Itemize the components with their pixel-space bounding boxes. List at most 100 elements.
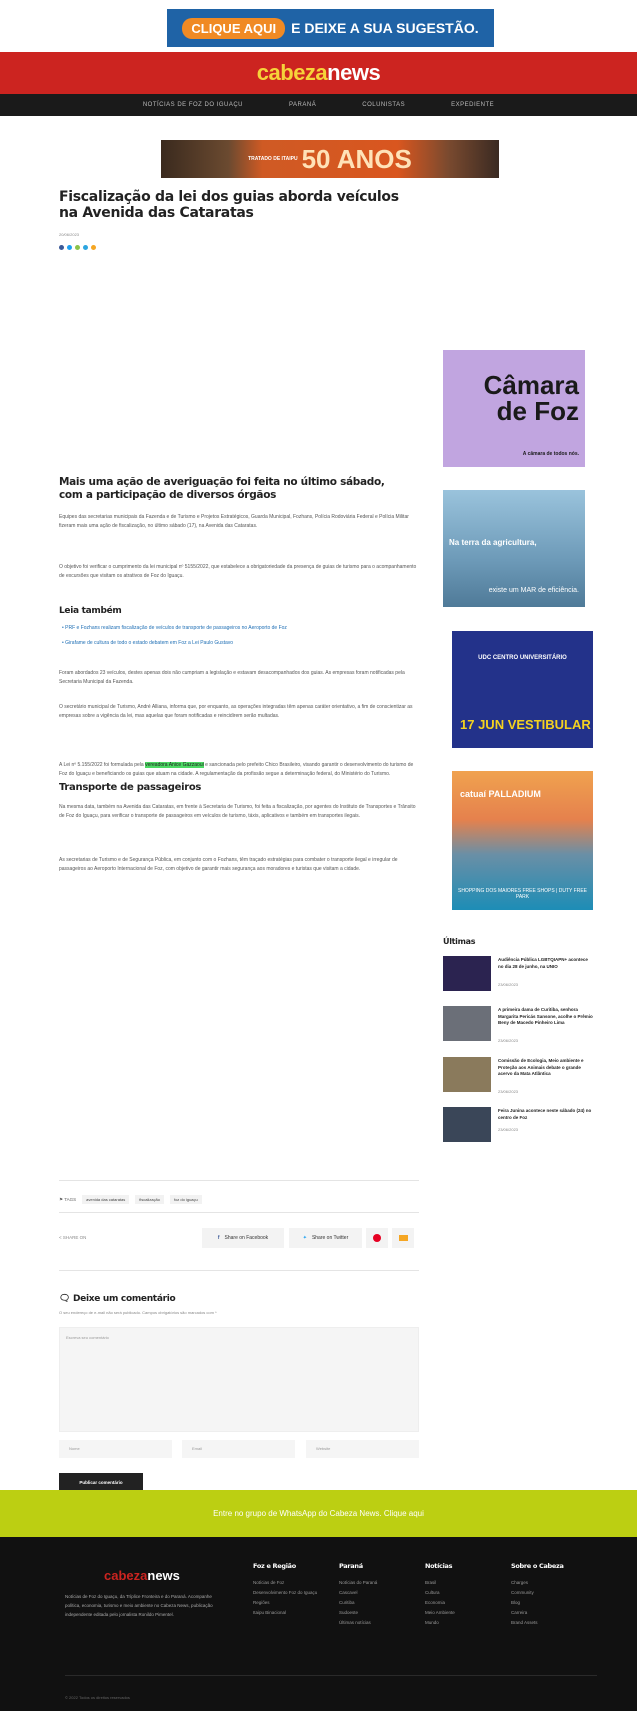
tag-chip[interactable]: avenida das cataratas [82,1195,130,1204]
click-here-button[interactable]: CLIQUE AQUI [182,17,286,39]
catuai-palladium-ad[interactable]: catuaí PALLADIUM SHOPPING DOS MAIORES FR… [452,771,593,910]
article-subtitle: Mais uma ação de averiguação foi feita n… [59,476,385,501]
agricultura-ad[interactable]: Na terra da agricultura, existe um MAR d… [443,490,585,607]
whatsapp-cta-bar[interactable]: Entre no grupo de WhatsApp do Cabeza New… [0,1490,637,1537]
twitter-icon[interactable] [67,245,72,250]
nav-item-noticias-foz[interactable]: NOTÍCIAS DE FOZ DO IGUAÇU [143,102,243,108]
camara-de-foz-ad[interactable]: Câmara de Foz A câmara de todos nós. [443,350,585,467]
suggestion-banner[interactable]: CLIQUE AQUI E DEIXE A SUA SUGESTÃO. [167,9,494,47]
share-pinterest-button[interactable] [366,1228,388,1248]
latest-thumbnail [443,1057,491,1092]
whatsapp-cta-text[interactable]: Entre no grupo de WhatsApp do Cabeza New… [213,1509,424,1518]
latest-date: 23/06/2023 [498,1127,519,1132]
share-label: < SHARE ON [59,1235,87,1240]
footer-link[interactable]: Community [511,1588,601,1598]
article-paragraph-2: O objetivo foi verificar o cumprimento d… [59,564,417,579]
footer-col-heading: Paraná [339,1562,363,1570]
share-facebook-button[interactable]: f Share on Facebook [202,1228,284,1248]
footer-link[interactable]: Mundo [425,1618,505,1628]
footer-link[interactable]: Regiões [253,1598,333,1608]
latest-title[interactable]: Comissão de Ecologia, Meio ambiente e Pr… [498,1058,593,1078]
banner-small-text: TRATADO DE ITAIPU [248,156,298,162]
nav-item-colunistas[interactable]: COLUNISTAS [362,102,405,108]
facebook-icon: f [217,1235,220,1241]
footer-link[interactable]: Blog [511,1598,601,1608]
facebook-icon[interactable] [59,245,64,250]
comment-note: O seu endereço de e-mail não será public… [59,1310,217,1315]
comment-title: 🗨 Deixe um comentário [59,1294,176,1304]
footer-link[interactable]: Cascavel [339,1588,419,1598]
nav-item-expediente[interactable]: EXPEDIENTE [451,102,494,108]
footer-link[interactable]: Charges [511,1578,601,1588]
website-field[interactable]: Website [306,1440,419,1458]
site-logo[interactable]: cabezanews [257,60,381,86]
footer-logo[interactable]: cabezanews [104,1568,180,1583]
article-paragraph-4: O secretário municipal de Turismo, André… [59,704,413,719]
footer-col-noticias: Notícias Brasil Cultura Economia Meio Am… [425,1562,505,1628]
footer-link[interactable]: Economia [425,1598,505,1608]
latest-title[interactable]: Feira Junina acontece neste sábado (24) … [498,1108,593,1121]
article-paragraph-7: As secretarias de Turismo e de Segurança… [59,857,398,872]
footer-link[interactable]: Brasil [425,1578,505,1588]
tag-chip[interactable]: fiscalização [135,1195,164,1204]
related-link-2[interactable]: • Girafame de cultura de todo o estado d… [62,640,422,646]
latest-thumbnail [443,1107,491,1142]
latest-thumbnail [443,1006,491,1041]
share-email-button[interactable] [392,1228,414,1248]
site-header: cabezanews [0,52,637,94]
latest-date: 23/06/2023 [498,1038,519,1043]
footer-link[interactable]: Desenvolvimento Foz do Iguaçu [253,1588,333,1598]
footer-link[interactable]: Notícias de Foz [253,1578,333,1588]
footer-link[interactable]: Notícias do Paraná [339,1578,419,1588]
whatsapp-icon[interactable] [75,245,80,250]
itaipu-50-anos-banner[interactable]: TRATADO DE ITAIPU 50 ANOS [161,140,499,178]
leia-tambem-title: Leia também [59,606,122,616]
footer-link[interactable]: Carreira [511,1608,601,1618]
email-icon [398,1235,408,1241]
footer-link[interactable]: Últimas notícias [339,1618,419,1628]
footer-link[interactable]: Brand Assets [511,1618,601,1628]
article-paragraph-3: Foram abordados 23 veículos, destes apen… [59,670,405,685]
latest-title[interactable]: A primeira dama de Curitiba, senhora Mar… [498,1007,593,1027]
udc-vestibular-ad[interactable]: UDC CENTRO UNIVERSITÁRIO 17 JUN VESTIBUL… [452,631,593,748]
latest-title[interactable]: Audiência Pública LGBTQIAPN+ acontece no… [498,957,593,970]
comment-textarea[interactable]: Escreva seu comentário [59,1327,419,1432]
catuai-ad-footer: SHOPPING DOS MAIORES FREE SHOPS | DUTY F… [457,888,587,900]
article-paragraph-5: A Lei nº 5.155/2022 foi formulada pela v… [59,762,414,777]
related-link-1[interactable]: • PRF e Fozhans realizam fiscalização de… [62,625,422,631]
latest-item[interactable]: Feira Junina acontece neste sábado (24) … [443,1107,593,1145]
article-paragraph-1: Equipes das secretarias municipais da Fa… [59,514,409,529]
catuai-ad-title: catuaí PALLADIUM [460,789,541,799]
submit-comment-button[interactable]: Publicar comentário [59,1473,143,1491]
latest-item[interactable]: Comissão de Ecologia, Meio ambiente e Pr… [443,1057,593,1095]
comment-icon: 🗨 [59,1294,71,1304]
agri-ad-text: Na terra da agricultura, [449,538,537,547]
tag-chip[interactable]: foz do iguaçu [169,1195,202,1204]
footer-col-foz: Foz e Região Notícias de Foz Desenvolvim… [253,1562,333,1618]
footer-link[interactable]: Curitiba [339,1598,419,1608]
footer-link[interactable]: Itaipu Binacional [253,1608,333,1618]
copyright: © 2022 Todos os direitos reservados [65,1695,130,1700]
nav-item-parana[interactable]: PARANÁ [289,102,316,108]
telegram-icon[interactable] [83,245,88,250]
footer-col-parana: Paraná Notícias do Paraná Cascavel Curit… [339,1562,419,1628]
latest-date: 23/06/2023 [498,982,519,987]
twitter-icon: ✦ [302,1235,307,1241]
share-twitter-button[interactable]: ✦ Share on Twitter [289,1228,362,1248]
main-nav: NOTÍCIAS DE FOZ DO IGUAÇU PARANÁ COLUNIS… [0,94,637,116]
suggestion-text: E DEIXE A SUA SUGESTÃO. [291,20,479,36]
email-icon[interactable] [91,245,96,250]
footer-col-heading: Notícias [425,1562,453,1570]
footer-link[interactable]: Meio Ambiente [425,1608,505,1618]
transporte-heading: Transporte de passageiros [59,782,202,793]
article-paragraph-6: Na mesma data, também na Avenida das Cat… [59,804,416,819]
latest-item[interactable]: A primeira dama de Curitiba, senhora Mar… [443,1006,593,1044]
ultimas-title: Últimas [443,937,476,946]
latest-item[interactable]: Audiência Pública LGBTQIAPN+ acontece no… [443,956,593,994]
footer-link[interactable]: Sudoeste [339,1608,419,1618]
footer-link[interactable]: Cultura [425,1588,505,1598]
email-field[interactable]: Email [182,1440,295,1458]
name-field[interactable]: Nome [59,1440,172,1458]
agri-ad-tagline: existe um MAR de eficiência. [488,587,579,594]
highlighted-name[interactable]: vereadora Anice Gazzaoui [145,762,204,768]
